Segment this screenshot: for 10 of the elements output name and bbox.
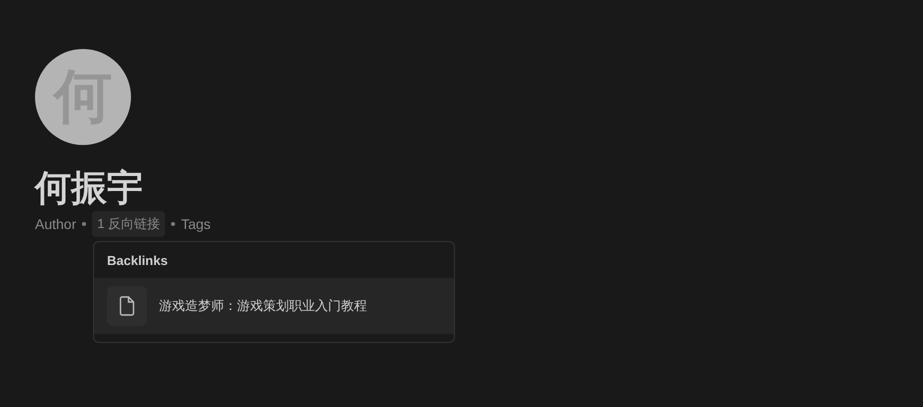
page-title: 何振宇: [35, 167, 143, 209]
popup-title: Backlinks: [106, 252, 169, 270]
meta-label[interactable]: Tags: [181, 211, 211, 237]
backlinks-link[interactable]: 1 反向链接: [92, 211, 166, 237]
backlink-title: 游戏造梦师：游戏策划职业入门教程: [159, 297, 367, 315]
backlink-item[interactable]: 游戏造梦师：游戏策划职业入门教程: [94, 278, 454, 334]
meta-label[interactable]: Author: [35, 211, 76, 237]
document-icon: [107, 286, 147, 326]
separator-dot: [82, 222, 86, 226]
separator-dot: [171, 222, 176, 226]
